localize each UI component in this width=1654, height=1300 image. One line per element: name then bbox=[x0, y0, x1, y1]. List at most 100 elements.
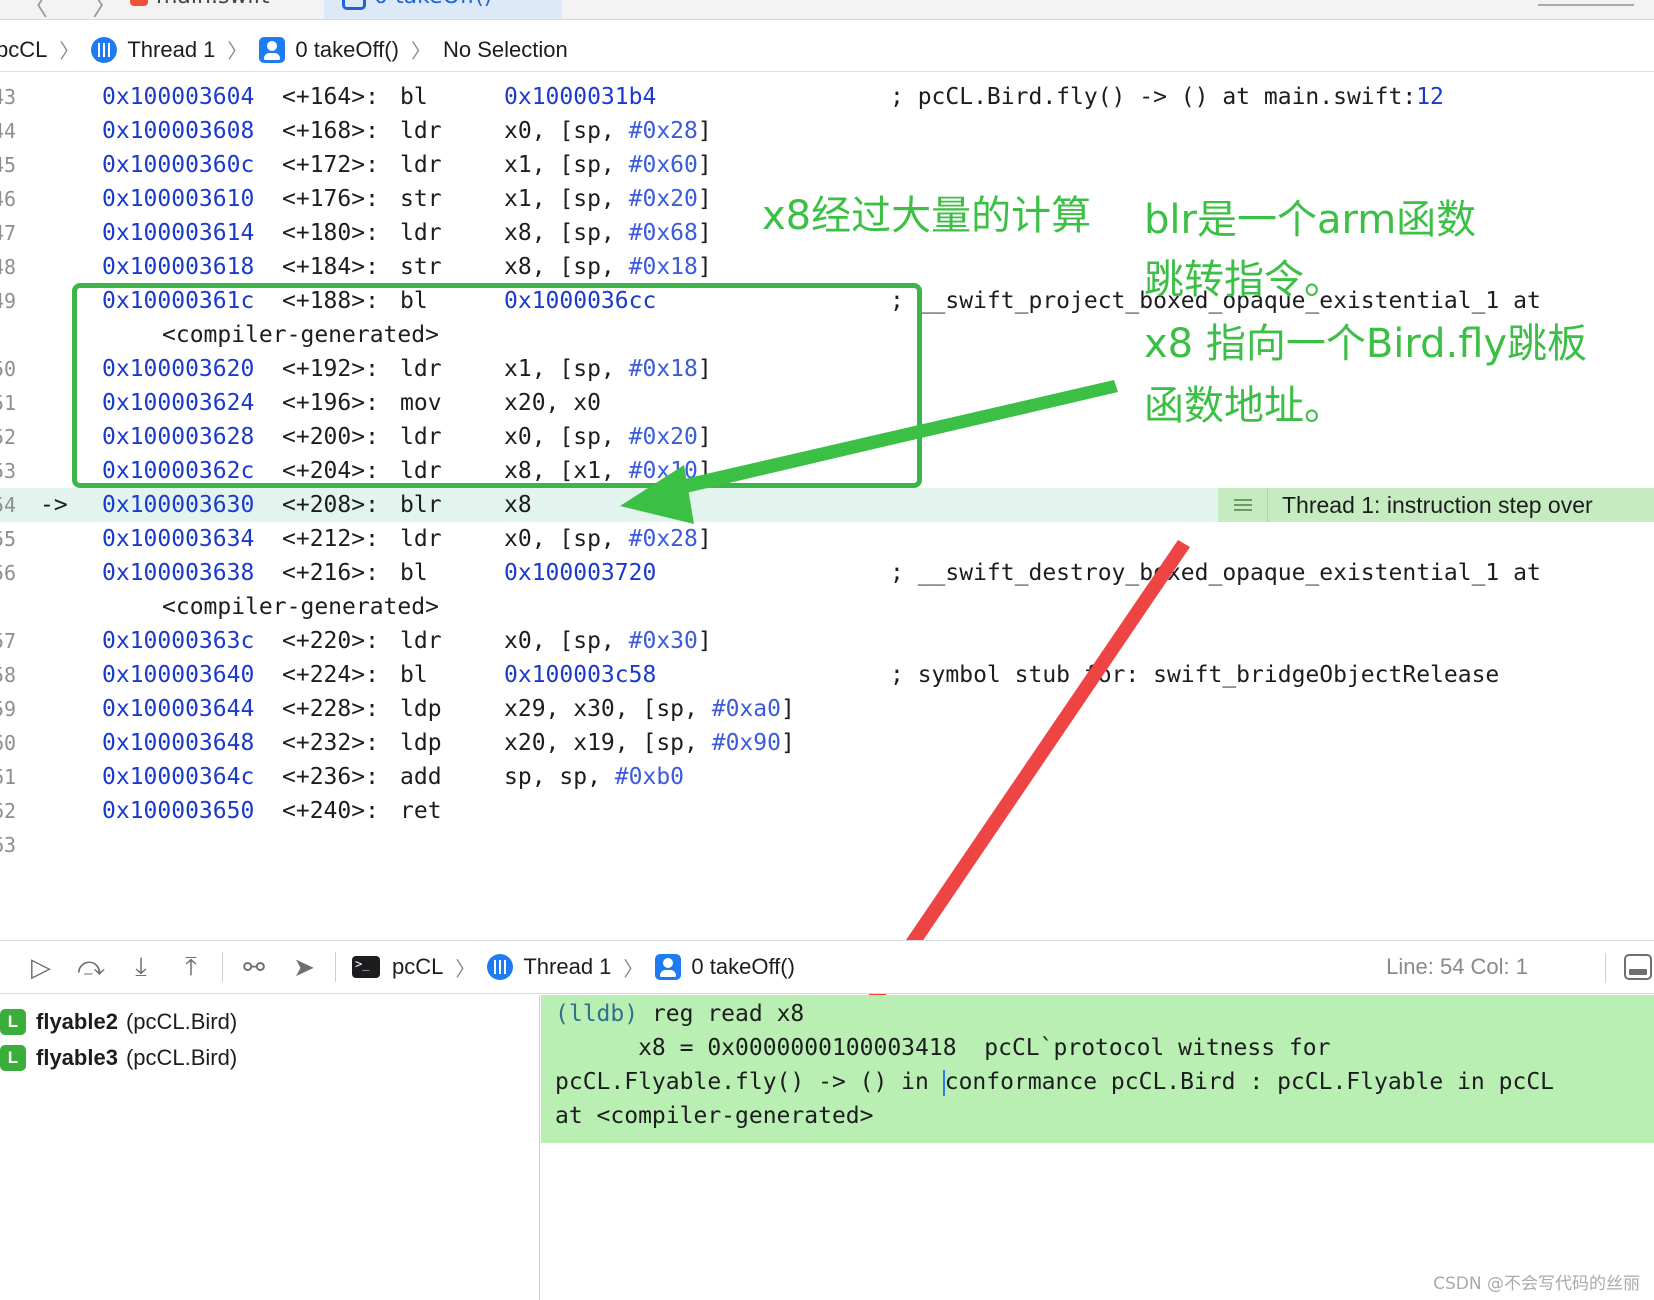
pc-arrow: -> bbox=[40, 492, 68, 518]
thread-icon bbox=[487, 954, 514, 980]
instruction-address: 0x100003640 bbox=[102, 662, 255, 688]
console-output-line: at <compiler-generated> bbox=[555, 1103, 874, 1129]
instruction-mnemonic: ldr bbox=[400, 152, 442, 178]
tab-takeoff[interactable]: 0 takeOff() bbox=[324, 0, 562, 19]
instruction-comment: ; symbol stub for: swift_bridgeObjectRel… bbox=[890, 662, 1500, 688]
instruction-row[interactable]: 56 0x100003638 <+216>: bl 0x100003720 ; __swi… bbox=[0, 556, 1654, 590]
instruction-mnemonic: ldr bbox=[400, 118, 442, 144]
instruction-offset: <+208>: bbox=[282, 492, 379, 518]
highlight-box bbox=[72, 283, 922, 488]
nav-back-forward-icons[interactable]: 〈 〉 bbox=[22, 0, 136, 19]
jumpbar-thread[interactable]: Thread 1 bbox=[91, 36, 215, 63]
continue-icon[interactable]: ▷ bbox=[16, 947, 66, 987]
simulate-location-icon[interactable]: ➤ bbox=[279, 947, 329, 987]
instruction-row[interactable]: 43 0x100003604 <+164>: bl 0x1000031b4 ; pcCL.… bbox=[0, 80, 1654, 114]
instruction-mnemonic: ret bbox=[400, 798, 442, 824]
instruction-mnemonic: add bbox=[400, 764, 442, 790]
variable-row[interactable]: Lflyable3 (pcCL.Bird) bbox=[0, 1041, 237, 1075]
instruction-row[interactable]: 48 0x100003618 <+184>: str x8, [sp, #0x18] bbox=[0, 250, 1654, 284]
instruction-address: 0x10000364c bbox=[102, 764, 255, 790]
instruction-row[interactable]: 44 0x100003608 <+168>: ldr x0, [sp, #0x28] bbox=[0, 114, 1654, 148]
line-number: 50 bbox=[0, 357, 17, 381]
instruction-mnemonic: ldr bbox=[400, 220, 442, 246]
line-number: 59 bbox=[0, 697, 17, 721]
instruction-row[interactable]: 55 0x100003634 <+212>: ldr x0, [sp, #0x28] bbox=[0, 522, 1654, 556]
instruction-operands: x0, [sp, #0x28] bbox=[504, 526, 712, 552]
line-number: 53 bbox=[0, 459, 17, 483]
debug-process-label[interactable]: pcCL bbox=[392, 954, 443, 980]
menu-lines-icon bbox=[1218, 488, 1268, 522]
debug-frame-label[interactable]: 0 takeOff() bbox=[691, 954, 795, 980]
chevron-right-icon: 〉 bbox=[410, 41, 431, 63]
variable-row[interactable]: Lflyable2 (pcCL.Bird) bbox=[0, 1005, 237, 1039]
instruction-address: 0x100003648 bbox=[102, 730, 255, 756]
instruction-mnemonic: bl bbox=[400, 662, 428, 688]
instruction-operands: x0, [sp, #0x28] bbox=[504, 118, 712, 144]
jumpbar-frame[interactable]: 0 takeOff() bbox=[259, 36, 399, 63]
annotation-x8-line2: 函数地址。 bbox=[1144, 383, 1344, 429]
instruction-row[interactable]: 60 0x100003648 <+232>: ldp x20, x19, [sp, #0… bbox=[0, 726, 1654, 760]
line-col-indicator: Line: 54 Col: 1 bbox=[1386, 954, 1528, 979]
step-out-icon[interactable]: ⤒ bbox=[166, 947, 216, 987]
instruction-mnemonic: bl bbox=[400, 560, 428, 586]
instruction-operands: x29, x30, [sp, #0xa0] bbox=[504, 696, 795, 722]
line-number: 61 bbox=[0, 765, 17, 789]
line-number: 47 bbox=[0, 221, 17, 245]
jumpbar-project-label: pcCL bbox=[0, 36, 48, 62]
line-number: 54 bbox=[0, 493, 17, 517]
variable-name: flyable3 bbox=[36, 1045, 118, 1070]
instruction-offset: <+232>: bbox=[282, 730, 379, 756]
debug-memory-graph-icon[interactable]: ⚯ bbox=[229, 947, 279, 987]
line-number: 52 bbox=[0, 425, 17, 449]
line-number: 45 bbox=[0, 153, 17, 177]
chevron-right-icon: 〉 bbox=[59, 41, 80, 63]
instruction-row[interactable]: 58 0x100003640 <+224>: bl 0x100003c58 ; symbo… bbox=[0, 658, 1654, 692]
annotation-x8-calc: x8经过大量的计算 bbox=[762, 193, 1092, 239]
instruction-address: 0x100003634 bbox=[102, 526, 255, 552]
variables-view[interactable]: Lflyable2 (pcCL.Bird) Lflyable3 (pcCL.Bird) bbox=[0, 995, 540, 1300]
local-variable-icon: L bbox=[0, 1009, 26, 1035]
instruction-offset: <+168>: bbox=[282, 118, 379, 144]
instruction-offset: <+224>: bbox=[282, 662, 379, 688]
annotation-blr-line1: blr是一个arm函数 bbox=[1144, 197, 1477, 243]
current-instruction-row[interactable]: 54 -> 0x100003630 <+208>: blr x8 Thread 1: ins… bbox=[0, 488, 1654, 522]
instruction-row[interactable]: 62 0x100003650 <+240>: ret bbox=[0, 794, 1654, 828]
thread-icon bbox=[91, 36, 118, 63]
instruction-row[interactable]: 61 0x10000364c <+236>: add sp, sp, #0xb0 bbox=[0, 760, 1654, 794]
jumpbar-project[interactable]: pcCL bbox=[0, 37, 47, 63]
instruction-row[interactable]: 45 0x10000360c <+172>: ldr x1, [sp, #0x60] bbox=[0, 148, 1654, 182]
instruction-address: 0x100003618 bbox=[102, 254, 255, 280]
instruction-offset: <+228>: bbox=[282, 696, 379, 722]
comment-continuation: <compiler-generated> bbox=[162, 594, 439, 620]
instruction-comment: ; __swift_destroy_boxed_opaque_existenti… bbox=[890, 560, 1541, 586]
lldb-console[interactable]: (lldb) reg read x8 x8 = 0x00000001000034… bbox=[541, 995, 1654, 1300]
thread-status-badge[interactable]: Thread 1: instruction step over bbox=[1218, 488, 1654, 522]
instruction-mnemonic: blr bbox=[400, 492, 442, 518]
line-number: 57 bbox=[0, 629, 17, 653]
instruction-address: 0x100003614 bbox=[102, 220, 255, 246]
console-command-line: (lldb) reg read x8 bbox=[555, 1001, 805, 1027]
instruction-offset: <+180>: bbox=[282, 220, 379, 246]
editor-options-control[interactable] bbox=[1538, 0, 1634, 6]
instruction-row[interactable]: 63 bbox=[0, 828, 1654, 862]
instruction-operands: x1, [sp, #0x20] bbox=[504, 186, 712, 212]
instruction-offset: <+240>: bbox=[282, 798, 379, 824]
instruction-address: 0x10000360c bbox=[102, 152, 255, 178]
step-into-icon[interactable]: ⤓ bbox=[116, 947, 166, 987]
instruction-address: 0x100003650 bbox=[102, 798, 255, 824]
instruction-mnemonic: ldr bbox=[400, 526, 442, 552]
disassembly-file-icon bbox=[342, 0, 366, 10]
jumpbar-selection[interactable]: No Selection bbox=[443, 37, 568, 63]
line-number: 49 bbox=[0, 289, 17, 313]
instruction-row[interactable]: 57 0x10000363c <+220>: ldr x0, [sp, #0x30] bbox=[0, 624, 1654, 658]
tab-main-swift[interactable]: main.swift bbox=[130, 0, 270, 14]
toggle-debug-area-icon[interactable] bbox=[1624, 954, 1652, 980]
instruction-row[interactable]: 59 0x100003644 <+228>: ldp x29, x30, [sp, #0… bbox=[0, 692, 1654, 726]
debug-thread-label[interactable]: Thread 1 bbox=[523, 954, 611, 980]
line-number: 46 bbox=[0, 187, 17, 211]
local-variable-icon: L bbox=[0, 1045, 26, 1071]
step-over-icon[interactable]: ⤼ bbox=[66, 947, 116, 987]
tab-main-swift-label: main.swift bbox=[156, 0, 270, 9]
instruction-offset: <+236>: bbox=[282, 764, 379, 790]
instruction-address: 0x100003644 bbox=[102, 696, 255, 722]
